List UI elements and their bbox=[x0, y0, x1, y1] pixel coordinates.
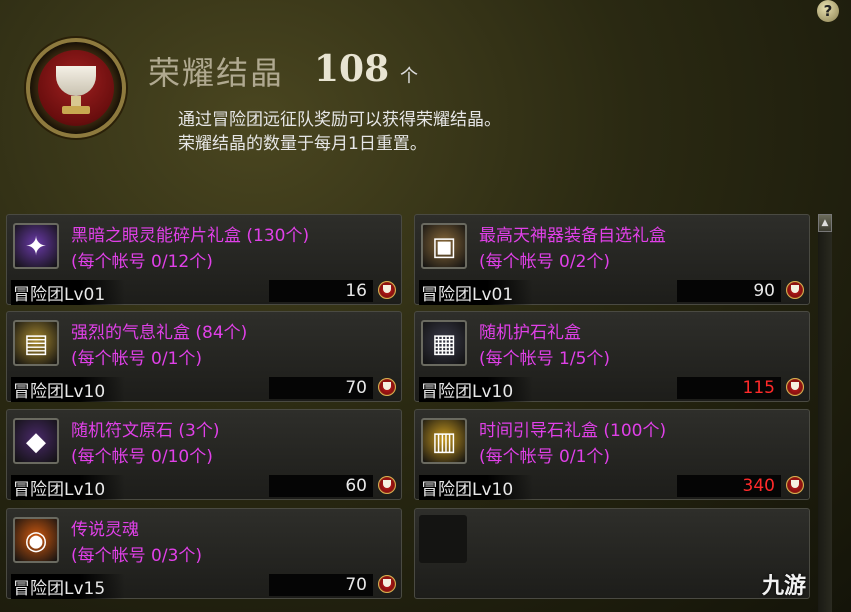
item-purchase-limit: (每个帐号 0/1个) bbox=[479, 447, 611, 467]
item-footer: 冒险团Lv10 60 bbox=[11, 474, 397, 500]
item-level-requirement: 冒险团Lv10 bbox=[11, 377, 126, 402]
treasure-chest-icon[interactable]: ▣ bbox=[421, 223, 467, 269]
count-unit: 个 bbox=[400, 66, 418, 87]
item-footer: 冒险团Lv10 115 bbox=[419, 376, 805, 402]
item-price: 90 bbox=[753, 281, 775, 301]
rune-stones-icon[interactable]: ◆ bbox=[13, 418, 59, 464]
item-price: 115 bbox=[742, 378, 775, 398]
legendary-soul-icon[interactable]: ◉ bbox=[13, 517, 59, 563]
item-name: 时间引导石礼盒 (100个) bbox=[479, 421, 667, 441]
shop-item-card[interactable]: ✦ 黑暗之眼灵能碎片礼盒 (130个) (每个帐号 0/12个) 冒险团Lv01 16 bbox=[6, 214, 402, 305]
item-price: 70 bbox=[345, 378, 367, 398]
watermark-logo: 九游 bbox=[762, 574, 807, 599]
item-purchase-limit: (每个帐号 1/5个) bbox=[479, 349, 611, 369]
crystal-currency-icon bbox=[377, 474, 397, 496]
empty-slot-icon bbox=[419, 515, 467, 563]
description: 通过冒险团远征队奖励可以获得荣耀结晶。 荣耀结晶的数量于每月1日重置。 bbox=[178, 108, 501, 156]
item-price-box: 115 bbox=[677, 377, 781, 399]
item-price: 16 bbox=[345, 281, 367, 301]
item-purchase-limit: (每个帐号 0/3个) bbox=[71, 546, 203, 566]
item-level-requirement: 冒险团Lv10 bbox=[11, 475, 126, 500]
item-price-box: 70 bbox=[269, 574, 373, 596]
item-purchase-limit: (每个帐号 0/12个) bbox=[71, 252, 213, 272]
item-price: 60 bbox=[345, 476, 367, 496]
gold-gift-box-icon[interactable]: ▥ bbox=[421, 418, 467, 464]
item-name: 黑暗之眼灵能碎片礼盒 (130个) bbox=[71, 226, 310, 246]
item-footer: 冒险团Lv10 340 bbox=[419, 474, 805, 500]
item-price-box: 340 bbox=[677, 475, 781, 497]
item-purchase-limit: (每个帐号 0/2个) bbox=[479, 252, 611, 272]
item-price-box: 90 bbox=[677, 280, 781, 302]
item-glyph: ◆ bbox=[26, 427, 46, 457]
header: 荣耀结晶 108 个 通过冒险团远征队奖励可以获得荣耀结晶。 荣耀结晶的数量于每… bbox=[0, 0, 851, 200]
item-purchase-limit: (每个帐号 0/1个) bbox=[71, 349, 203, 369]
item-glyph: ✦ bbox=[25, 232, 47, 262]
item-footer: 冒险团Lv01 16 bbox=[11, 279, 397, 305]
crystal-count: 108 bbox=[314, 48, 390, 90]
item-glyph: ▣ bbox=[431, 232, 457, 262]
item-name: 随机护石礼盒 bbox=[479, 323, 581, 343]
item-price: 70 bbox=[345, 575, 367, 595]
item-level-requirement: 冒险团Lv01 bbox=[419, 280, 534, 305]
item-price-box: 16 bbox=[269, 280, 373, 302]
crystal-shards-icon[interactable]: ✦ bbox=[13, 223, 59, 269]
item-glyph: ▥ bbox=[431, 427, 457, 457]
item-name: 最高天神器装备自选礼盒 bbox=[479, 226, 666, 246]
item-level-requirement: 冒险团Lv01 bbox=[11, 280, 126, 305]
item-price: 340 bbox=[742, 476, 775, 496]
description-line-2: 荣耀结晶的数量于每月1日重置。 bbox=[178, 134, 427, 154]
shop-item-card[interactable]: ▥ 时间引导石礼盒 (100个) (每个帐号 0/1个) 冒险团Lv10 340 bbox=[414, 409, 810, 500]
crystal-currency-icon bbox=[377, 573, 397, 595]
item-footer: 冒险团Lv15 70 bbox=[11, 573, 397, 599]
crystal-currency-icon bbox=[377, 376, 397, 398]
shop-item-card[interactable]: ▤ 强烈的气息礼盒 (84个) (每个帐号 0/1个) 冒险团Lv10 70 bbox=[6, 311, 402, 402]
item-glyph: ▤ bbox=[23, 329, 49, 359]
gold-chest-icon[interactable]: ▤ bbox=[13, 320, 59, 366]
item-price-box: 70 bbox=[269, 377, 373, 399]
item-footer: 冒险团Lv10 70 bbox=[11, 376, 397, 402]
item-glyph: ▦ bbox=[431, 329, 457, 359]
item-level-requirement: 冒险团Lv15 bbox=[11, 574, 126, 599]
shop-item-card[interactable]: ▦ 随机护石礼盒 (每个帐号 1/5个) 冒险团Lv10 115 bbox=[414, 311, 810, 402]
item-name: 随机符文原石 (3个) bbox=[71, 421, 220, 441]
shop-item-card[interactable]: ◉ 传说灵魂 (每个帐号 0/3个) 冒险团Lv15 70 bbox=[6, 508, 402, 599]
shop-item-card[interactable]: ▣ 最高天神器装备自选礼盒 (每个帐号 0/2个) 冒险团Lv01 90 bbox=[414, 214, 810, 305]
empty-shop-slot bbox=[414, 508, 810, 599]
item-glyph: ◉ bbox=[24, 526, 48, 556]
description-line-1: 通过冒险团远征队奖励可以获得荣耀结晶。 bbox=[178, 110, 501, 130]
item-footer: 冒险团Lv01 90 bbox=[419, 279, 805, 305]
crystal-currency-icon bbox=[785, 376, 805, 398]
page-title: 荣耀结晶 bbox=[148, 54, 285, 92]
item-price-box: 60 bbox=[269, 475, 373, 497]
crystal-currency-icon bbox=[785, 279, 805, 301]
scrollbar-track[interactable] bbox=[818, 214, 832, 612]
shop-item-card[interactable]: ◆ 随机符文原石 (3个) (每个帐号 0/10个) 冒险团Lv10 60 bbox=[6, 409, 402, 500]
scroll-up-button[interactable]: ▲ bbox=[818, 214, 832, 232]
item-level-requirement: 冒险团Lv10 bbox=[419, 377, 534, 402]
item-purchase-limit: (每个帐号 0/10个) bbox=[71, 447, 213, 467]
dark-chest-icon[interactable]: ▦ bbox=[421, 320, 467, 366]
crystal-currency-icon bbox=[785, 474, 805, 496]
trophy-icon bbox=[26, 38, 126, 138]
item-name: 传说灵魂 bbox=[71, 520, 139, 540]
item-name: 强烈的气息礼盒 (84个) bbox=[71, 323, 248, 343]
item-level-requirement: 冒险团Lv10 bbox=[419, 475, 534, 500]
crystal-currency-icon bbox=[377, 279, 397, 301]
